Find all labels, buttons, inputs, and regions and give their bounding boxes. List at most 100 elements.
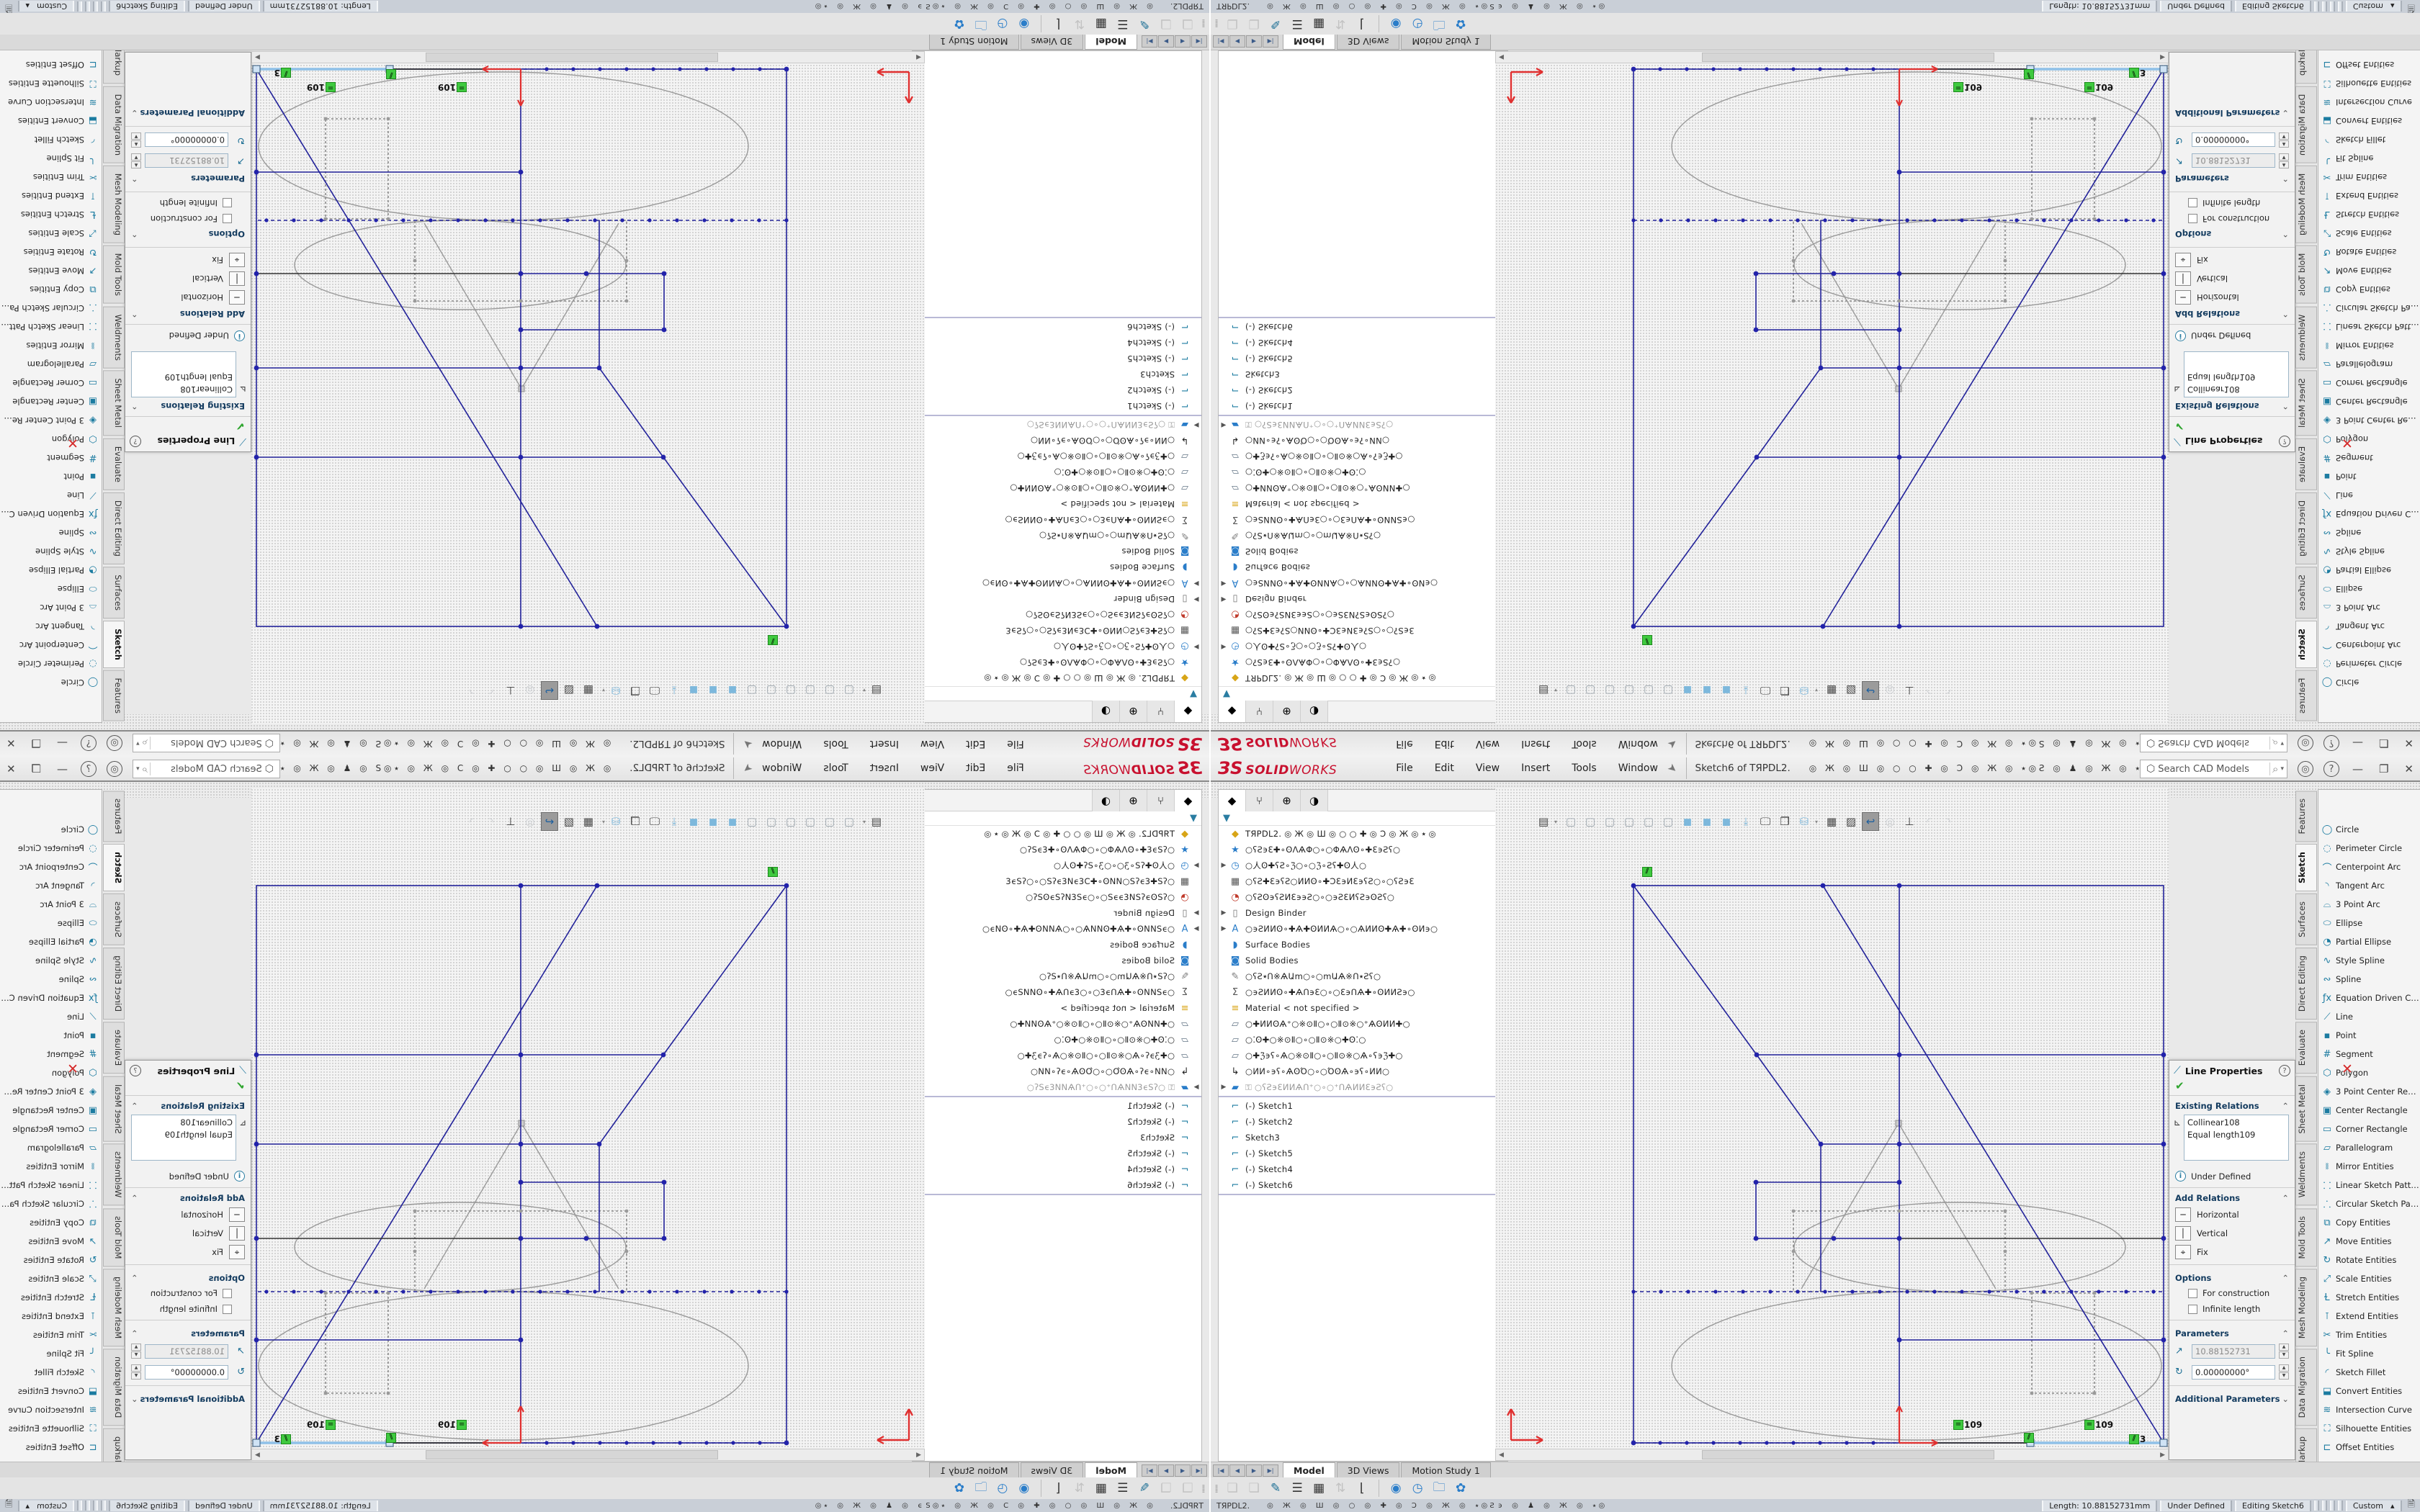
clock-check-icon[interactable]: ◷ <box>1407 14 1428 33</box>
collapse-chevron-icon[interactable]: ⌃ <box>131 229 138 239</box>
commandmanager-tab-direct-editing[interactable]: Direct Editing <box>2295 948 2317 1020</box>
menu-view[interactable]: View <box>1467 735 1508 752</box>
toolbar-grip[interactable]: ⸽⸽ <box>1203 19 1205 29</box>
construction-triangle[interactable] <box>424 1123 619 1289</box>
tree-item[interactable]: ▦○ʕƧ✚Ɛ϶ʕƧ○ͶИʘ∘✚ƆƐ϶ͶƐ϶ʕƧ○∘○ʕƧ϶Ɛ <box>1219 873 1507 889</box>
sketch-diagonal-left[interactable] <box>1634 220 1821 626</box>
titlebar-toolbar-icons[interactable]: ◎ Ж ◎ Ш ◎ ○ ○ ✚ ◎ Ɔ ◎ Ж ◎ ٭ ◎ Ƨ ◎ ♟ ◎ Ж … <box>1809 739 2151 749</box>
tool-linear-sketch-pattern[interactable]: ⸬Linear Sketch Pattern <box>2318 1176 2420 1194</box>
tab-3d-views[interactable]: 3D Views <box>1021 1462 1084 1477</box>
tab-scroll-button[interactable]: ▶ <box>1158 1464 1174 1477</box>
commandmanager-tab-direct-editing[interactable]: Direct Editing <box>103 948 125 1020</box>
tool-intersection-curve[interactable]: ≋Intersection Curve <box>0 93 102 112</box>
tab-motion-study-1[interactable]: Motion Study 1 <box>929 1462 1018 1477</box>
selected-endpoint-2[interactable] <box>253 1439 260 1446</box>
gear-icon[interactable]: ✿ <box>1450 14 1471 33</box>
tree-item[interactable]: ≡Material < not specified > <box>913 496 1201 512</box>
toolbar-grip[interactable]: ⸽⸽ <box>1215 1483 1217 1493</box>
for-construction-checkbox[interactable]: For construction <box>2169 1285 2295 1301</box>
commandmanager-tab-mold-tools[interactable]: Mold Tools <box>103 1208 125 1266</box>
tree-item[interactable]: ▦○ʕƧ✚Ɛ϶ʕƧ○ͶИʘ∘✚ƆƐ϶ͶƐ϶ʕƧ○∘○ʕƧ϶Ɛ <box>1219 623 1507 639</box>
construction-triangle[interactable] <box>1801 223 1996 389</box>
commandmanager-tab-weldments[interactable]: Weldments <box>2295 306 2317 368</box>
add-relation-vertical[interactable]: │Vertical <box>2169 269 2295 288</box>
tool-convert-entities[interactable]: ⬓Convert Entities <box>0 112 102 130</box>
tree-item-sketch2[interactable]: ⌐(-) Sketch2 <box>913 1114 1201 1130</box>
tree-item[interactable]: ↳○ͶИ∘϶ʕ∘ѦʘΌ○∘○ΌʘѦ∘϶ʕ∘ИͶ○ <box>1219 433 1507 449</box>
angle-field[interactable]: 0.00000000° <box>2192 1365 2275 1380</box>
close-button[interactable]: ✕ <box>4 762 19 775</box>
tree-item[interactable]: ▱○✚ℨ϶ʕ∘Ѧ○※⊙Ⅱ○∘○Ⅱ⊙※○Ѧ∘ʕ϶ℨ✚○ <box>1219 449 1507 464</box>
add-relation-vertical[interactable]: │Vertical <box>125 269 251 288</box>
user-account-icon[interactable]: ◎ <box>107 735 122 751</box>
tree-item[interactable]: ◔○ʕƧʘ϶ʕƧͶƐ϶϶Ƨ○∘○϶ƧƐͶʕƧ϶ʘƧʕ○ <box>913 889 1201 905</box>
horizontal-scrollbar[interactable]: ◀ ▶ <box>251 51 925 63</box>
pm-help-icon[interactable]: ? <box>130 1065 141 1076</box>
menu-edit[interactable]: Edit <box>1426 760 1463 777</box>
tool-mirror-entities[interactable]: ⧚Mirror Entities <box>2318 336 2420 355</box>
ghost-pages2-icon[interactable]: ❏ <box>1155 1479 1177 1498</box>
scroll-left-icon[interactable]: ◀ <box>913 54 924 61</box>
tool-silhouette-entities[interactable]: ⛶Silhouette Entities <box>2318 74 2420 93</box>
camera-check-icon[interactable]: ◉ <box>1013 1479 1035 1498</box>
tool-tangent-arc[interactable]: ◝Tangent Arc <box>2318 876 2420 895</box>
tree-item-sketch4[interactable]: ⌐(-) Sketch4 <box>1219 335 1507 351</box>
custom-dropdown[interactable]: Custom▴ <box>18 1 74 12</box>
section-parameters[interactable]: Parameters⌃ <box>2169 171 2295 189</box>
tool-scale-entities[interactable]: ⤢Scale Entities <box>2318 1269 2420 1288</box>
scroll-left-icon[interactable]: ◀ <box>913 1452 924 1459</box>
tree-item[interactable]: ★○ʕƧ϶Ɛ✚∘ʘΛѦΦ○∘○ΦѦΛʘ∘✚Ɛ϶Ƨʕ○ <box>1219 654 1507 670</box>
tree-item[interactable]: ▦○ʕƧ✚Ɛ϶ʕƧ○ͶИʘ∘✚ƆƐ϶ͶƐ϶ʕƧ○∘○ʕƧ϶Ɛ <box>913 873 1201 889</box>
tool-center-rectangle[interactable]: ▣Center Rectangle <box>0 1101 102 1120</box>
tool-equation-driven-curve[interactable]: ƒxEquation Driven Curve <box>2318 505 2420 523</box>
graphics-area[interactable]: ▤▾▢▢▢▢▢▢◼◼◼⤓🖵❐⛁▾▦▨↩◎⊥◜◝ <box>1495 63 2169 724</box>
collapse-chevron-icon[interactable]: ⌃ <box>131 401 138 411</box>
commandmanager-tab-mesh-modeling[interactable]: Mesh Modeling <box>103 166 125 243</box>
tree-item[interactable]: ▶◷○人ʘ✚ʕƧ∘ℨ○∘○ℨ∘Ƨʕ✚ʘ人○ <box>913 858 1201 873</box>
tool-circular-sketch-pattern[interactable]: ⸫Circular Sketch Pattern <box>2318 299 2420 318</box>
tab-scroll-button[interactable]: ◀ <box>1175 35 1191 48</box>
hatch-grid-icon[interactable]: ▦ <box>1090 1479 1112 1498</box>
commandmanager-tab-sheet-metal[interactable]: Sheet Metal <box>103 1076 125 1142</box>
commandmanager-tab-surfaces[interactable]: Surfaces <box>2295 567 2317 618</box>
tool-circle[interactable]: ◯Circle <box>2318 673 2420 692</box>
tool-mirror-entities[interactable]: ⧚Mirror Entities <box>2318 1157 2420 1176</box>
tool-3-point-center-recta-[interactable]: ◈3 Point Center Recta... <box>0 1082 102 1101</box>
pin-icon[interactable]: ➤ <box>1665 760 1680 776</box>
tab-model[interactable]: Model <box>1283 35 1335 50</box>
add-relation-vertical[interactable]: │Vertical <box>125 1224 251 1243</box>
section-add-relations[interactable]: Add Relations⌃ <box>125 307 251 324</box>
ghost-pages-icon[interactable]: ❏ <box>1222 14 1243 33</box>
tool-style-spline[interactable]: ∿Style Spline <box>2318 951 2420 970</box>
tool-corner-rectangle[interactable]: ▭Corner Rectangle <box>0 374 102 392</box>
tool-ellipse[interactable]: ⬭Ellipse <box>2318 580 2420 598</box>
relation-badge[interactable]: ⫽3 <box>274 1434 291 1444</box>
restore-button[interactable]: ❐ <box>29 762 44 775</box>
search-icon[interactable]: ⌕ <box>140 762 151 775</box>
relation-badge[interactable]: =109 <box>307 82 336 93</box>
menu-tools[interactable]: Tools <box>1563 760 1605 777</box>
featuremanager-tab[interactable]: ◆ <box>1219 790 1246 811</box>
tool-extend-entities[interactable]: ⊺Extend Entities <box>0 1307 102 1326</box>
search-icon[interactable]: ⌕ <box>2269 762 2280 775</box>
add-relation-fix[interactable]: ⌖Fix <box>125 251 251 269</box>
section-options[interactable]: Options⌃ <box>125 1268 251 1285</box>
hatch-grid-icon[interactable]: ▦ <box>1308 1479 1330 1498</box>
tool-polygon[interactable]: ⬡Polygon <box>0 430 102 449</box>
collapse-chevron-icon[interactable]: ⌃ <box>2282 1328 2289 1338</box>
menu-insert[interactable]: Insert <box>861 760 908 777</box>
disabled-arrows-icon[interactable]: ⇅ <box>1069 14 1090 33</box>
relation-item[interactable]: Collinear108 <box>2187 1117 2285 1129</box>
folder-check-icon[interactable]: 🗀 <box>1428 14 1450 33</box>
tool-intersection-curve[interactable]: ≋Intersection Curve <box>0 1400 102 1419</box>
relation-badge[interactable]: ⫽ <box>2024 1432 2034 1443</box>
tab-model[interactable]: Model <box>1283 1462 1335 1477</box>
section-additional-parameters[interactable]: Additional Parameters⌄ <box>2169 106 2295 123</box>
displaymanager-tab[interactable]: ◑ <box>1092 701 1119 722</box>
display-style-icon[interactable]: ☰ <box>1286 1479 1308 1498</box>
commandmanager-tab-mesh-modeling[interactable]: Mesh Modeling <box>103 1269 125 1346</box>
tool-centerpoint-arc[interactable]: ⌒Centerpoint Arc <box>0 858 102 876</box>
collapse-chevron-icon[interactable]: ⌃ <box>131 174 138 184</box>
edit-appearance-icon[interactable]: ✎ <box>1134 1479 1155 1498</box>
sketch-small-rect[interactable] <box>521 1182 664 1238</box>
